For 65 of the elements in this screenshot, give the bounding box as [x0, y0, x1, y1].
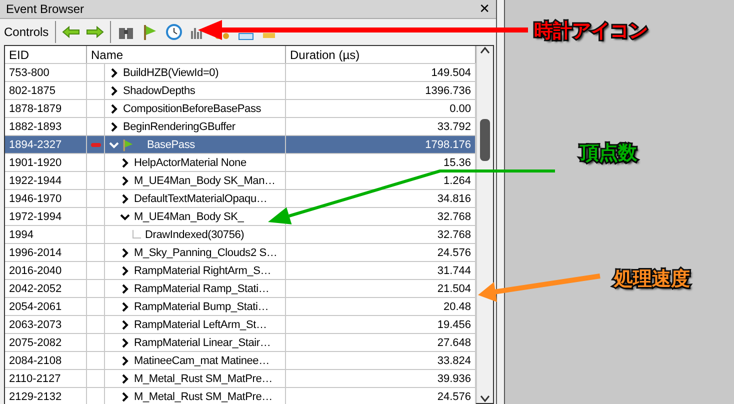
event-row[interactable]: 2110-2127 M_Metal_Rust SM_MatPre… 39.936 — [5, 370, 476, 388]
eid-cell: 1996-2014 — [5, 244, 87, 261]
callout-label: 頂点数 — [580, 141, 637, 166]
event-name: BeginRenderingGBuffer — [122, 120, 236, 132]
eid-cell: 1972-1994 — [5, 208, 87, 225]
event-row[interactable]: 1894-2327 BasePass 1798.176 — [5, 136, 476, 154]
eid-cell: 1994 — [5, 226, 87, 243]
event-row[interactable]: 2063-2073 RampMaterial LeftArm_St… 19.456 — [5, 316, 476, 334]
eid-cell: 2084-2108 — [5, 352, 87, 369]
event-name: ShadowDepths — [122, 84, 196, 96]
event-name: HelpActorMaterial None — [133, 156, 246, 168]
event-name: RampMaterial Bump_Stati… — [133, 300, 269, 312]
event-row[interactable]: 753-800 BuildHZB(ViewId=0) 149.504 — [5, 64, 476, 82]
event-name: M_Metal_Rust SM_MatPre… — [133, 372, 272, 384]
eid-cell: 2075-2082 — [5, 334, 87, 351]
event-row[interactable]: 2075-2082 RampMaterial Linear_Stair… 27.648 — [5, 334, 476, 352]
event-row[interactable]: 2016-2040 RampMaterial RightArm_S… 31.744 — [5, 262, 476, 280]
eid-cell: 2110-2127 — [5, 370, 87, 387]
eid-cell: 2042-2052 — [5, 280, 87, 297]
close-button[interactable]: ✕ — [479, 2, 490, 16]
controls-label: Controls — [4, 21, 56, 43]
event-row[interactable]: 2054-2061 RampMaterial Bump_Stati… 20.48 — [5, 298, 476, 316]
eid-cell: 2129-2132 — [5, 388, 87, 404]
event-row[interactable]: 1946-1970 DefaultTextMaterialOpaqu… 34.816 — [5, 190, 476, 208]
event-row[interactable]: 2084-2108 MatineeCam_mat Matinee… 33.824 — [5, 352, 476, 370]
event-row[interactable]: 1996-2014 M_Sky_Panning_Clouds2 S… 24.576 — [5, 244, 476, 262]
event-row[interactable]: 1972-1994 M_UE4Man_Body SK_ 32.768 — [5, 208, 476, 226]
eid-cell: 1946-1970 — [5, 190, 87, 207]
window-title: Event Browser — [6, 2, 84, 16]
event-name: DefaultTextMaterialOpaqu… — [133, 192, 268, 204]
event-row[interactable]: 2129-2132 M_Metal_Rust SM_MatPre… 24.576 — [5, 388, 476, 404]
event-name: MatineeCam_mat Matinee… — [133, 354, 270, 366]
callout-label: 処理速度 — [614, 267, 690, 292]
event-name: M_Metal_Rust SM_MatPre… — [133, 390, 272, 402]
event-name: BuildHZB(ViewId=0) — [122, 66, 219, 78]
event-row[interactable]: 802-1875 ShadowDepths 1396.736 — [5, 82, 476, 100]
event-name: RampMaterial Ramp_Stati… — [133, 282, 270, 294]
event-row[interactable]: 1882-1893 BeginRenderingGBuffer 33.792 — [5, 118, 476, 136]
event-name: BasePass — [146, 138, 195, 150]
eid-cell: 753-800 — [5, 64, 87, 81]
event-row[interactable]: 1922-1944 M_UE4Man_Body SK_Man… 1.264 — [5, 172, 476, 190]
event-row[interactable]: 1878-1879 CompositionBeforeBasePass 0.00 — [5, 100, 476, 118]
eid-cell: 1894-2327 — [5, 136, 87, 153]
event-name: RampMaterial LeftArm_St… — [133, 318, 267, 330]
eid-cell: 802-1875 — [5, 82, 87, 99]
event-name: M_UE4Man_Body SK_ — [133, 210, 244, 222]
eid-cell: 1922-1944 — [5, 172, 87, 189]
eid-cell: 1878-1879 — [5, 100, 87, 117]
event-name: RampMaterial RightArm_S… — [133, 264, 272, 276]
event-row[interactable]: 2042-2052 RampMaterial Ramp_Stati… 21.504 — [5, 280, 476, 298]
event-name: M_UE4Man_Body SK_Man… — [133, 174, 276, 186]
event-name: DrawIndexed(30756) — [144, 228, 244, 240]
event-name: CompositionBeforeBasePass — [122, 102, 262, 114]
event-name: RampMaterial Linear_Stair… — [133, 336, 271, 348]
eid-cell: 1882-1893 — [5, 118, 87, 135]
eid-cell: 2054-2061 — [5, 298, 87, 315]
column-header[interactable]: Name — [87, 46, 286, 63]
eid-cell: 1901-1920 — [5, 154, 87, 171]
event-row[interactable]: 1994 DrawIndexed(30756) 32.768 — [5, 226, 476, 244]
eid-cell: 2016-2040 — [5, 262, 87, 279]
callout-label: 時計アイコン — [534, 19, 648, 44]
eid-cell: 2063-2073 — [5, 316, 87, 333]
event-name: M_Sky_Panning_Clouds2 S… — [133, 246, 278, 258]
event-row[interactable]: 1901-1920 HelpActorMaterial None 15.36 — [5, 154, 476, 172]
column-header[interactable]: EID — [5, 46, 87, 63]
